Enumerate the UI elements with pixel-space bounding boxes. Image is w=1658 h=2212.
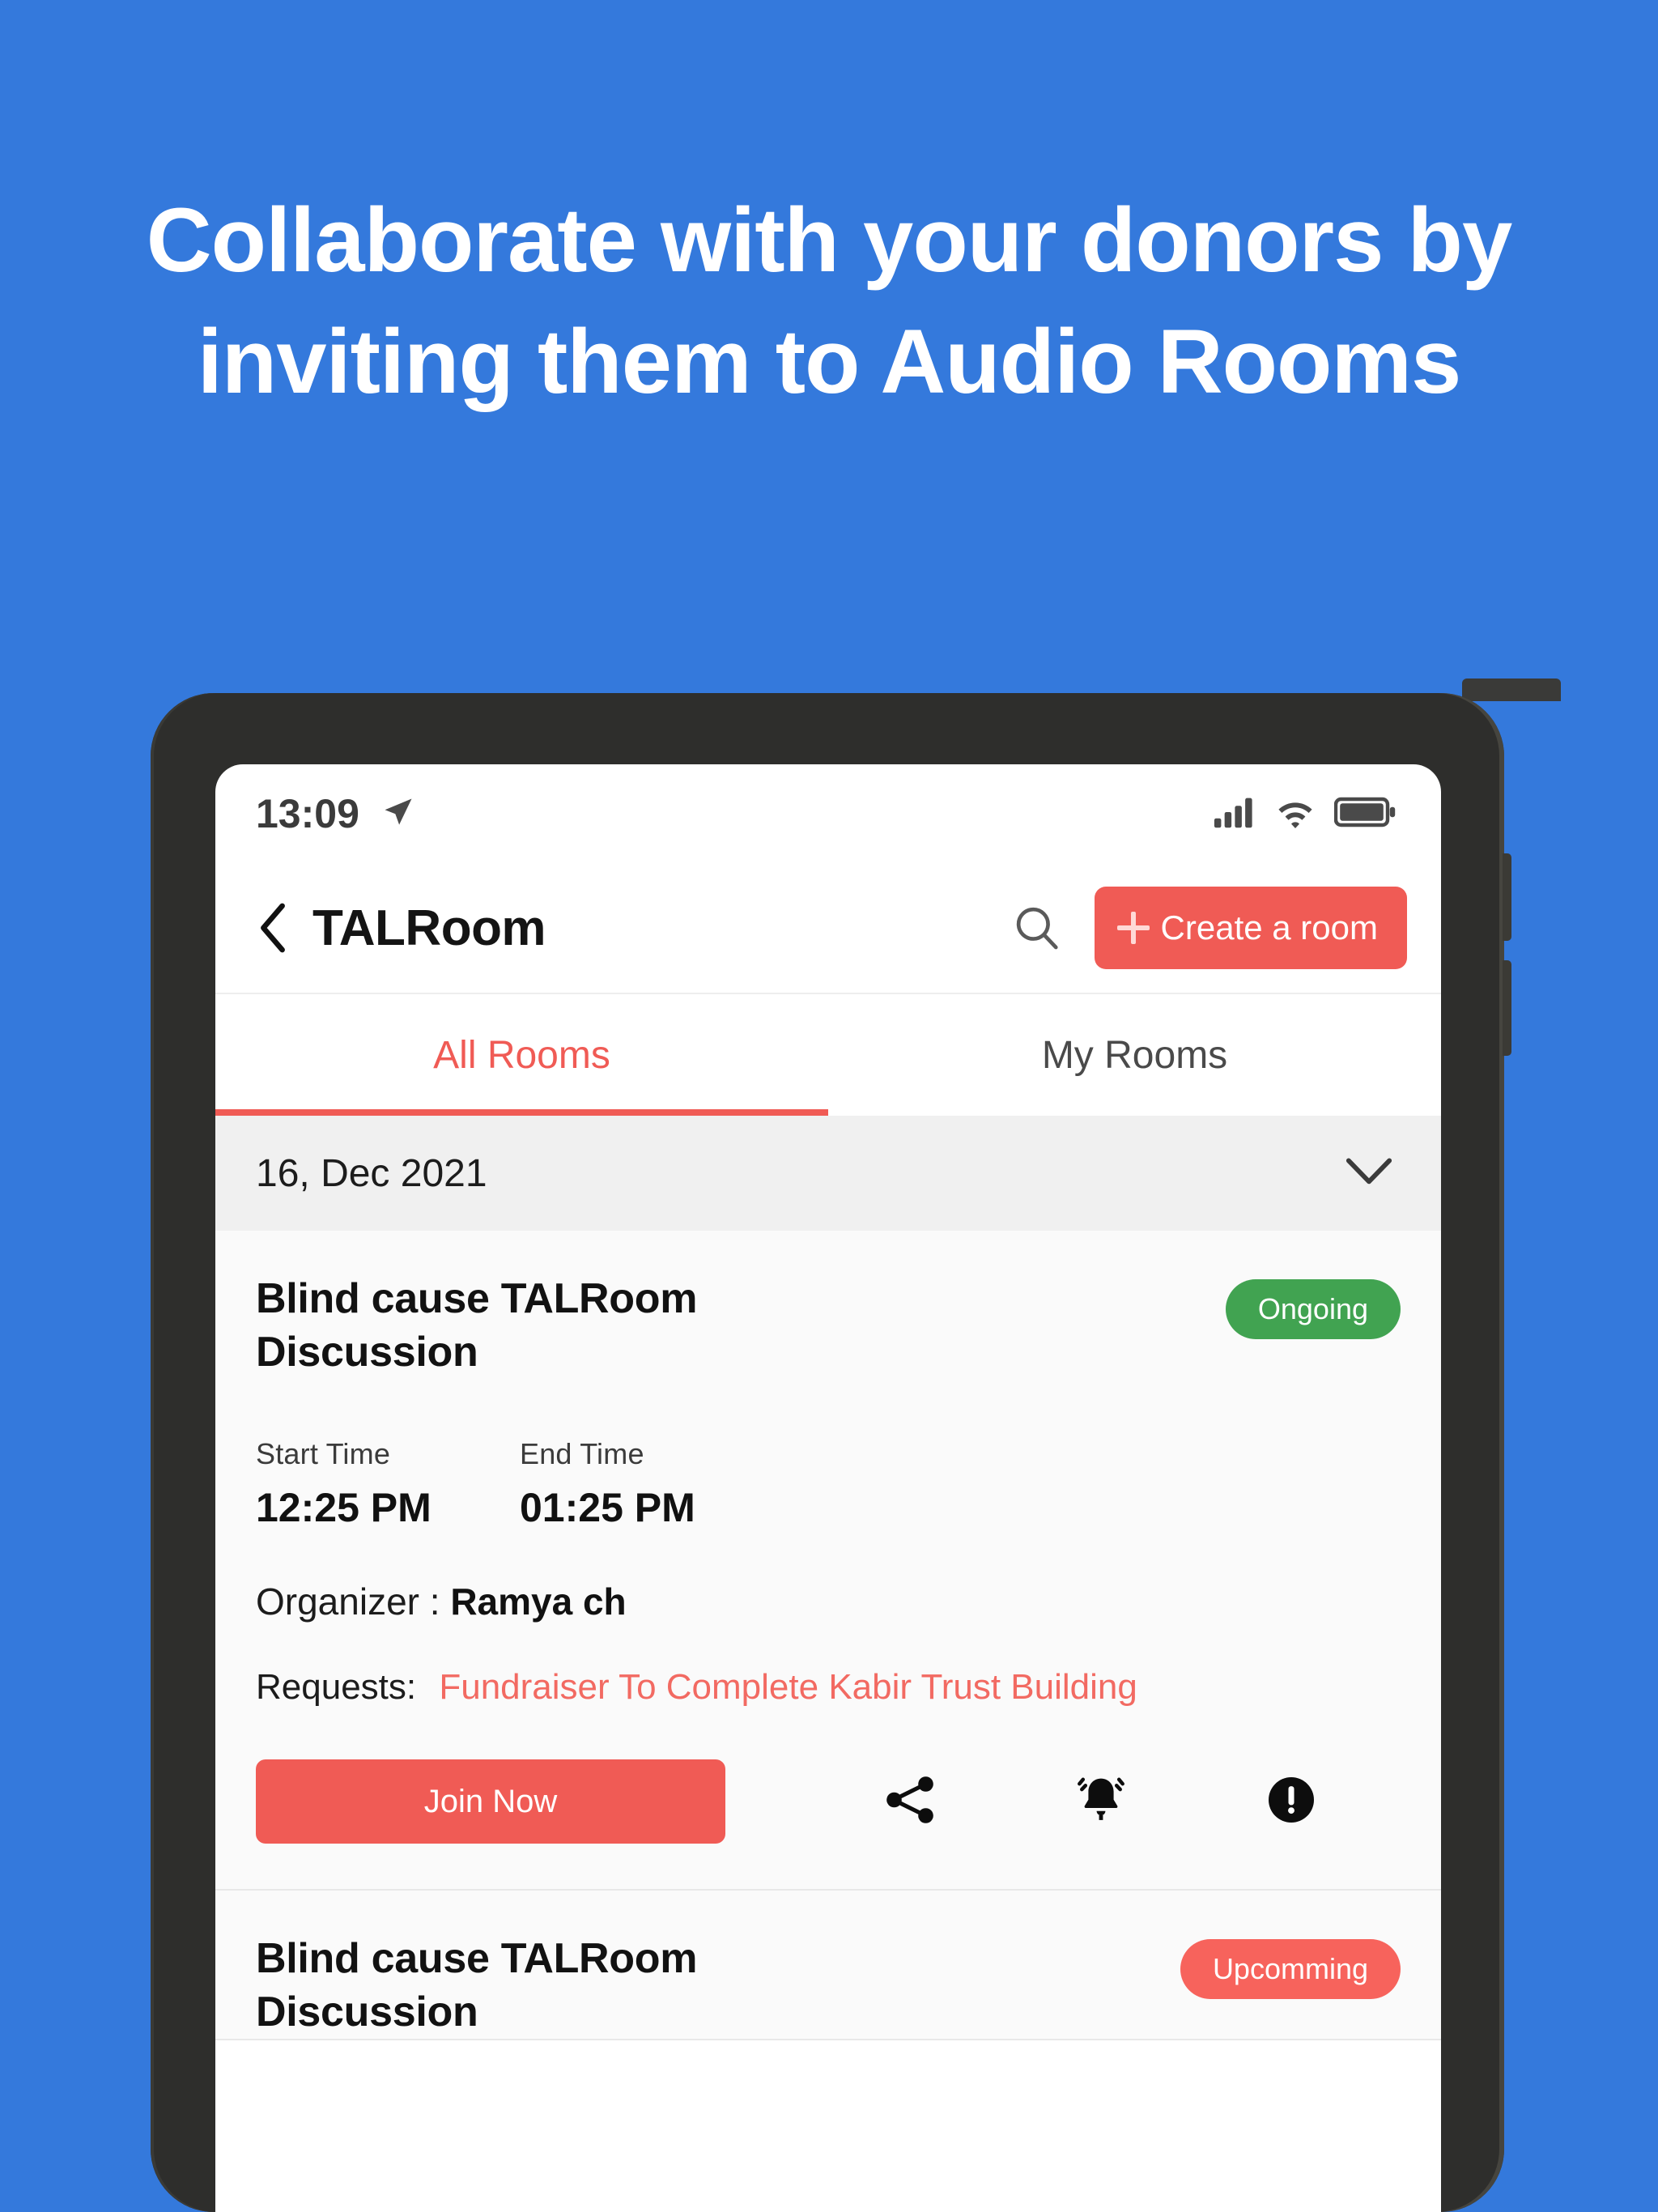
status-bar: 13:09 [215,764,1441,863]
room-card[interactable]: Blind cause TALRoom Discussion Upcomming [215,1891,1441,2041]
room-card-header: Blind cause TALRoom Discussion Upcomming [256,1933,1401,2039]
requests-label: Requests: [256,1667,417,1708]
room-action-icon-group [725,1771,1401,1833]
organizer-row: Organizer : Ramya ch [256,1580,1401,1623]
room-card-header: Blind cause TALRoom Discussion Ongoing [256,1273,1401,1379]
chevron-down-icon[interactable] [1344,1155,1394,1192]
requests-value[interactable]: Fundraiser To Complete Kabir Trust Build… [439,1667,1137,1707]
end-time-block: End Time 01:25 PM [520,1437,784,1531]
app-bar: TALRoom Create a room [215,863,1441,994]
plus-icon [1116,912,1150,944]
room-title: Blind cause TALRoom Discussion [256,1275,698,1376]
chevron-left-icon[interactable] [254,903,291,953]
room-title: Blind cause TALRoom Discussion [256,1935,698,2035]
phone-volume-up-button[interactable] [1503,853,1511,941]
promo-headline: Collaborate with your donors by inviting… [146,189,1512,413]
status-badge: Ongoing [1225,1279,1401,1339]
phone-frame: 13:09 TALRoom Create a room All Rooms My… [151,693,1511,2212]
share-icon[interactable] [881,1771,939,1833]
search-icon[interactable] [1001,903,1073,953]
status-badge: Upcomming [1180,1939,1401,2000]
room-times: Start Time 12:25 PM End Time 01:25 PM [256,1437,1401,1531]
room-card-actions: Join Now [256,1759,1401,1844]
phone-screen: 13:09 TALRoom Create a room All Rooms My… [215,764,1441,2212]
phone-mockup: 13:09 TALRoom Create a room All Rooms My… [151,678,1561,2212]
organizer-label: Organizer : [256,1580,440,1623]
wifi-icon [1274,794,1316,834]
room-tabs: All Rooms My Rooms [215,994,1441,1116]
status-bar-right [1213,794,1396,834]
create-a-room-label: Create a room [1160,908,1378,946]
tab-all-rooms[interactable]: All Rooms [215,994,828,1116]
start-time-label: Start Time [256,1437,391,1471]
join-now-button[interactable]: Join Now [256,1759,725,1844]
report-alert-icon[interactable] [1263,1772,1320,1832]
tab-my-rooms[interactable]: My Rooms [828,994,1441,1116]
location-arrow-icon [380,794,416,834]
room-card[interactable]: Blind cause TALRoom Discussion Ongoing S… [215,1231,1441,1891]
create-a-room-button[interactable]: Create a room [1094,887,1407,969]
end-time-value: 01:25 PM [520,1485,695,1531]
phone-volume-down-button[interactable] [1503,960,1511,1056]
phone-top-nub [1462,678,1561,701]
start-time-value: 12:25 PM [256,1485,432,1531]
bell-ringing-icon[interactable] [1072,1771,1130,1833]
end-time-label: End Time [520,1437,644,1471]
page-title: TALRoom [312,900,546,956]
date-group-label: 16, Dec 2021 [256,1151,487,1195]
organizer-name: Ramya ch [450,1580,627,1623]
status-bar-left: 13:09 [256,790,416,837]
cellular-signal-icon [1213,794,1256,834]
status-bar-clock: 13:09 [256,791,359,836]
start-time-block: Start Time 12:25 PM [256,1437,520,1531]
date-group-header[interactable]: 16, Dec 2021 [215,1116,1441,1231]
battery-icon [1333,795,1396,833]
requests-row: Requests: Fundraiser To Complete Kabir T… [256,1667,1401,1708]
